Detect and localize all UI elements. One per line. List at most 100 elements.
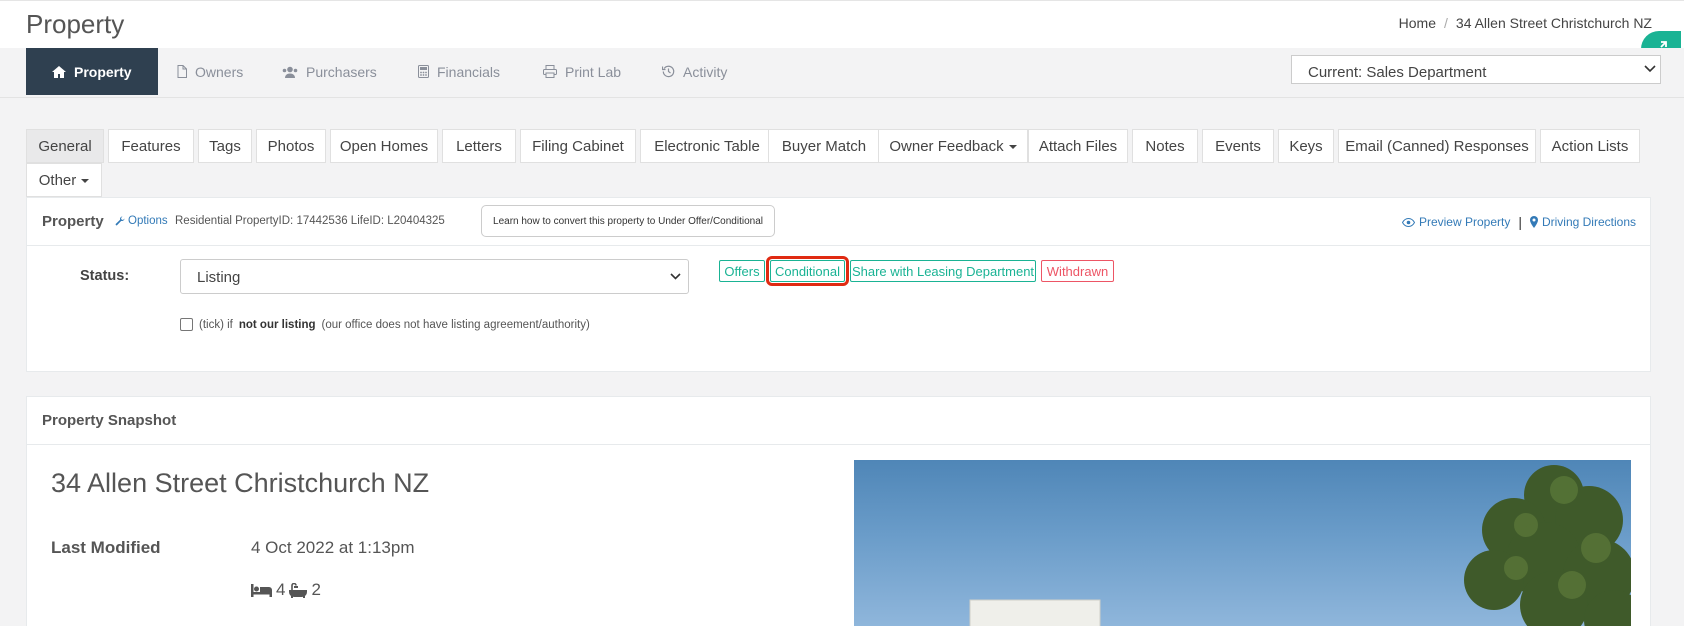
tab-label: General bbox=[38, 137, 92, 155]
nav-item-label: Financials bbox=[437, 63, 501, 80]
last-modified-value: 4 Oct 2022 at 1:13pm bbox=[251, 538, 415, 557]
nav-item-label: Property bbox=[74, 63, 132, 80]
users-icon bbox=[282, 66, 298, 78]
tab-label: Buyer Match bbox=[781, 137, 867, 155]
tab-attach-files[interactable]: Attach Files bbox=[1028, 129, 1128, 163]
tab-label: Electronic Table bbox=[654, 137, 760, 155]
file-icon bbox=[177, 65, 187, 78]
options-link[interactable]: Options bbox=[115, 215, 168, 227]
nav-item-activity[interactable]: Activity bbox=[662, 48, 727, 95]
tab-action-lists[interactable]: Action Lists bbox=[1540, 129, 1640, 163]
tab-label: Other bbox=[38, 171, 77, 189]
tree-image bbox=[969, 465, 1631, 626]
top-bar: Property Home / 34 Allen Street Christchur… bbox=[0, 0, 1684, 48]
tab-label: Open Homes bbox=[339, 137, 429, 155]
property-links: Preview Property | Driving Directions bbox=[1401, 214, 1636, 230]
nav-item-label: Purchasers bbox=[306, 63, 377, 80]
nav-item-purchasers[interactable]: Purchasers bbox=[282, 48, 377, 95]
tab-label: Attach Files bbox=[1038, 137, 1118, 155]
tab-tags[interactable]: Tags bbox=[198, 129, 252, 163]
tab-notes[interactable]: Notes bbox=[1132, 129, 1198, 163]
eye-icon bbox=[1401, 217, 1415, 227]
tick-suffix: (our office does not have listing agreem… bbox=[321, 318, 590, 331]
bath-icon bbox=[289, 582, 308, 598]
tab-electronic-table[interactable]: Electronic Table bbox=[640, 129, 774, 163]
options-link-label: Options bbox=[128, 215, 168, 227]
tab-open-homes[interactable]: Open Homes bbox=[330, 129, 438, 163]
tab-buyer-match[interactable]: Buyer Match bbox=[768, 129, 880, 163]
learn-convert-button[interactable]: Learn how to convert this property to Un… bbox=[481, 205, 775, 237]
history-icon bbox=[662, 65, 675, 78]
home-icon bbox=[52, 65, 66, 78]
tab-label: Filing Cabinet bbox=[532, 137, 624, 155]
tab-email-canned-responses[interactable]: Email (Canned) Responses bbox=[1338, 129, 1536, 163]
tab-label: Events bbox=[1215, 137, 1261, 155]
tab-label: Features bbox=[121, 137, 181, 155]
nav-item-label: Owners bbox=[195, 63, 244, 80]
breadcrumb-separator: / bbox=[1444, 15, 1448, 31]
wrench-icon bbox=[115, 216, 125, 226]
nav-item-label: Print Lab bbox=[565, 63, 622, 80]
preview-property-link[interactable]: Preview Property bbox=[1419, 215, 1510, 229]
withdrawn-button[interactable]: Withdrawn bbox=[1041, 260, 1114, 282]
department-select-value: Current: Sales Department bbox=[1308, 64, 1487, 81]
calculator-icon bbox=[418, 65, 429, 78]
breadcrumb-current: 34 Allen Street Christchurch NZ bbox=[1455, 15, 1652, 31]
status-label: Status: bbox=[80, 268, 130, 284]
status-select-value: Listing bbox=[197, 269, 241, 286]
nav-item-property[interactable]: Property bbox=[26, 48, 158, 95]
nav-item-owners[interactable]: Owners bbox=[177, 48, 243, 95]
last-modified-label: Last Modified bbox=[51, 538, 161, 557]
snapshot-header: Property Snapshot bbox=[27, 397, 1650, 445]
bed-icon bbox=[251, 584, 272, 597]
bedrooms-count: 4 bbox=[276, 580, 286, 599]
chevron-down-icon bbox=[1644, 65, 1656, 73]
not-our-listing-checkbox[interactable] bbox=[180, 318, 193, 331]
page-title: Property bbox=[26, 9, 125, 39]
tab-keys[interactable]: Keys bbox=[1278, 129, 1334, 163]
tab-label: Letters bbox=[456, 137, 502, 155]
property-panel-title: Property bbox=[42, 213, 104, 230]
map-marker-icon bbox=[1529, 216, 1538, 228]
tab-label: Owner Feedback bbox=[889, 137, 1004, 155]
breadcrumb: Home / 34 Allen Street Christchurch NZ bbox=[1399, 15, 1652, 31]
tab-label: Notes bbox=[1145, 137, 1185, 155]
chevron-down-icon bbox=[670, 273, 681, 280]
tick-prefix: (tick) if bbox=[199, 318, 233, 331]
property-ids: Residential PropertyID: 17442536 LifeID:… bbox=[175, 215, 445, 227]
tab-events[interactable]: Events bbox=[1202, 129, 1274, 163]
property-photo[interactable] bbox=[854, 460, 1631, 626]
tab-owner-feedback[interactable]: Owner Feedback bbox=[878, 129, 1028, 163]
tab-letters[interactable]: Letters bbox=[442, 129, 516, 163]
link-divider: | bbox=[1518, 214, 1522, 230]
property-panel-header: Property Options Residential PropertyID:… bbox=[27, 198, 1650, 246]
driving-directions-link[interactable]: Driving Directions bbox=[1542, 215, 1636, 229]
tab-general[interactable]: General bbox=[26, 129, 104, 163]
status-select[interactable]: Listing bbox=[180, 259, 689, 294]
nav-item-print-lab[interactable]: Print Lab bbox=[543, 48, 621, 95]
snapshot-title: Property Snapshot bbox=[42, 412, 177, 429]
breadcrumb-home[interactable]: Home bbox=[1399, 15, 1436, 31]
tab-filing-cabinet[interactable]: Filing Cabinet bbox=[520, 129, 636, 163]
tab-photos[interactable]: Photos bbox=[256, 129, 326, 163]
tab-label: Action Lists bbox=[1551, 137, 1629, 155]
tab-label: Photos bbox=[267, 137, 315, 155]
property-address: 34 Allen Street Christchurch NZ bbox=[51, 468, 430, 498]
tab-label: Tags bbox=[209, 137, 241, 155]
tab-other[interactable]: Other bbox=[26, 163, 102, 197]
tab-label: Keys bbox=[1289, 137, 1323, 155]
property-features: 4 2 bbox=[251, 580, 321, 600]
department-select[interactable]: Current: Sales Department bbox=[1291, 55, 1661, 84]
tick-bold-text: not our listing bbox=[238, 318, 316, 331]
nav-item-financials[interactable]: Financials bbox=[418, 48, 500, 95]
share-with-leasing-button[interactable]: Share with Leasing Department bbox=[850, 260, 1036, 282]
offers-button[interactable]: Offers bbox=[719, 260, 765, 282]
not-our-listing-row: (tick) if not our listing (our office does… bbox=[180, 318, 590, 331]
caret-down-icon bbox=[1008, 145, 1017, 149]
tab-features[interactable]: Features bbox=[108, 129, 194, 163]
caret-down-icon bbox=[81, 179, 90, 183]
bathrooms-count: 2 bbox=[311, 580, 321, 599]
print-icon bbox=[543, 65, 557, 78]
conditional-button[interactable]: Conditional bbox=[766, 256, 849, 286]
tab-label: Email (Canned) Responses bbox=[1345, 137, 1529, 155]
